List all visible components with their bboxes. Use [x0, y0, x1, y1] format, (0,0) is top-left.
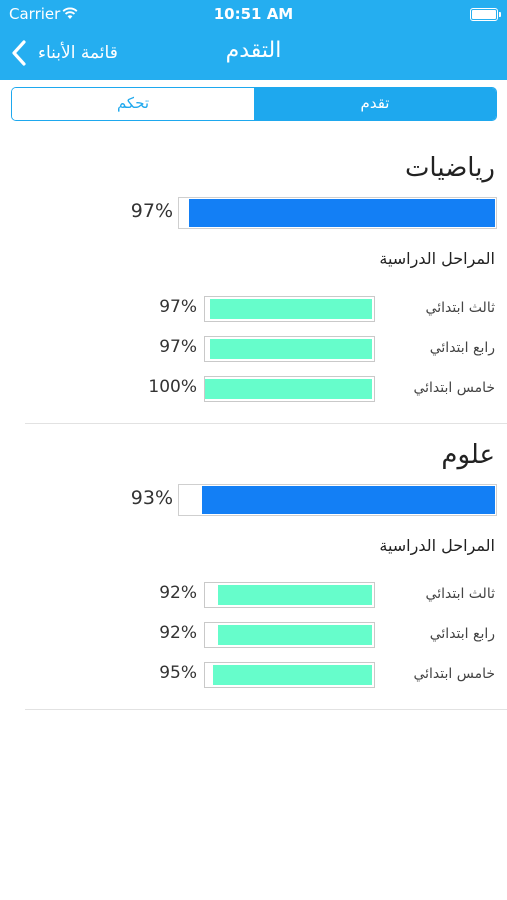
- stage-progress-bar: [204, 582, 375, 608]
- stage-row: 92% ثالث ابتدائي: [0, 582, 507, 608]
- overall-percentage: 97%: [130, 200, 173, 222]
- stage-row: 92% رابع ابتدائي: [0, 622, 507, 648]
- overall-progress-bar: [178, 484, 497, 516]
- stage-percentage: 97%: [159, 337, 197, 357]
- status-bar: Carrier 10:51 AM: [0, 0, 507, 28]
- stage-progress-bar: [204, 296, 375, 322]
- divider: [25, 423, 507, 424]
- subject-title: رياضيات: [404, 153, 495, 183]
- stage-row: 95% خامس ابتدائي: [0, 662, 507, 688]
- stage-percentage: 92%: [159, 583, 197, 603]
- divider: [25, 709, 507, 710]
- stage-percentage: 100%: [148, 377, 197, 397]
- stage-progress-fill: [213, 665, 372, 685]
- stage-name: ثالث ابتدائي: [425, 586, 495, 602]
- overall-progress-row: 93%: [0, 484, 507, 516]
- stage-name: خامس ابتدائي: [413, 666, 495, 682]
- stage-row: 100% خامس ابتدائي: [0, 376, 507, 402]
- battery-icon: [470, 8, 501, 21]
- stage-progress-fill: [210, 299, 372, 319]
- tab-progress[interactable]: تقدم: [254, 88, 496, 120]
- overall-progress-row: 97%: [0, 197, 507, 229]
- stage-progress-bar: [204, 622, 375, 648]
- status-time: 10:51 AM: [213, 5, 294, 23]
- stage-percentage: 92%: [159, 623, 197, 643]
- segmented-control: تحكم تقدم: [11, 87, 497, 121]
- stages-label: المراحل الدراسية: [379, 249, 495, 268]
- stage-progress-bar: [204, 376, 375, 402]
- stage-name: رابع ابتدائي: [429, 626, 495, 642]
- stage-progress-fill: [210, 339, 372, 359]
- stage-percentage: 97%: [159, 297, 197, 317]
- stage-progress-fill: [218, 585, 372, 605]
- stage-name: ثالث ابتدائي: [425, 300, 495, 316]
- tab-control[interactable]: تحكم: [12, 88, 254, 120]
- stages-label: المراحل الدراسية: [379, 536, 495, 555]
- stage-name: خامس ابتدائي: [413, 380, 495, 396]
- overall-progress-fill: [189, 199, 495, 227]
- nav-bar: قائمة الأبناء التقدم: [0, 28, 507, 80]
- subject-title: علوم: [441, 440, 495, 470]
- stage-progress-bar: [204, 336, 375, 362]
- stage-progress-fill: [218, 625, 372, 645]
- stage-row: 97% ثالث ابتدائي: [0, 296, 507, 322]
- page-title: التقدم: [225, 38, 282, 63]
- stage-row: 97% رابع ابتدائي: [0, 336, 507, 362]
- overall-progress-fill: [202, 486, 495, 514]
- overall-progress-bar: [178, 197, 497, 229]
- overall-percentage: 93%: [130, 487, 173, 509]
- stage-percentage: 95%: [159, 663, 197, 683]
- stage-name: رابع ابتدائي: [429, 340, 495, 356]
- header: Carrier 10:51 AM قائمة الأبناء التقدم: [0, 0, 507, 80]
- stage-progress-bar: [204, 662, 375, 688]
- stage-progress-fill: [205, 379, 372, 399]
